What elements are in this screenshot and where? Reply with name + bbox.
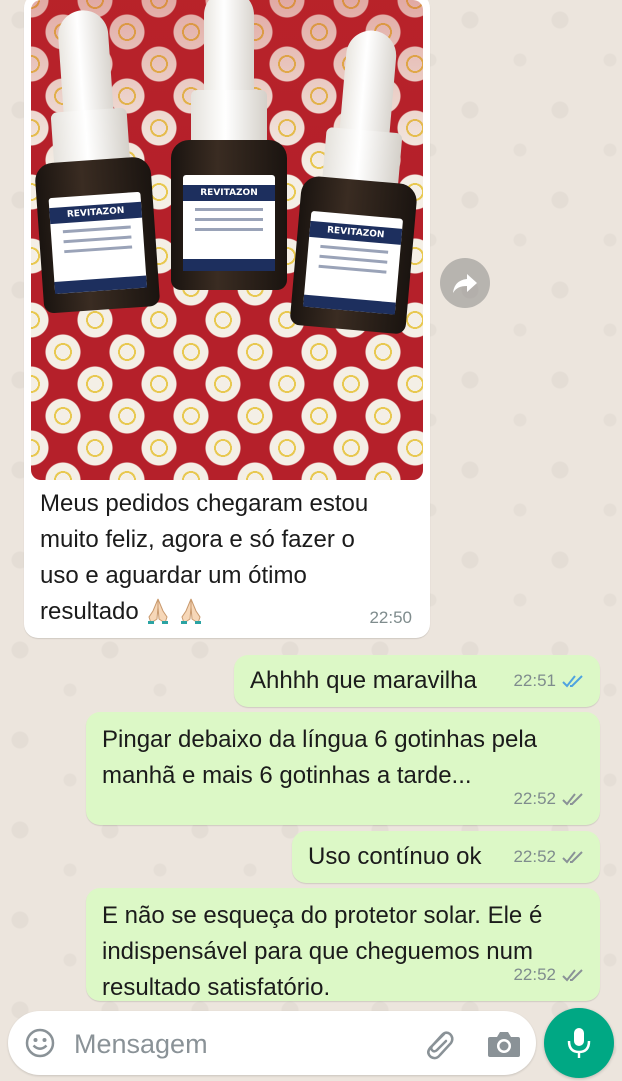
outgoing-message-bubble[interactable]: Pingar debaixo da língua 6 gotinhas pela… [86, 712, 600, 825]
read-receipt-icon [562, 675, 583, 688]
message-composer [8, 1011, 536, 1075]
outgoing-message-bubble[interactable]: E não se esqueça do protetor solar. Ele … [86, 888, 600, 1001]
microphone-icon [567, 1028, 591, 1058]
emoji-icon[interactable] [24, 1027, 56, 1059]
message-time: 22:51 [513, 671, 556, 690]
outgoing-message-bubble[interactable]: Ahhhh que maravilha 22:51 [234, 655, 600, 707]
product-photo[interactable]: REVITAZON REVITAZON REVITAZON [31, 0, 423, 480]
delivered-receipt-icon [562, 793, 583, 806]
message-time: 22:52 [513, 847, 556, 866]
folded-hands-emoji [145, 597, 171, 625]
outgoing-message-bubble[interactable]: Uso contínuo ok 22:52 [292, 831, 600, 883]
message-time: 22:52 [513, 965, 556, 984]
delivered-receipt-icon [562, 969, 583, 982]
folded-hands-emoji [178, 597, 204, 625]
message-text: Pingar debaixo da língua 6 gotinhas pela… [102, 726, 537, 789]
voice-record-button[interactable] [544, 1008, 614, 1078]
forward-icon [453, 274, 477, 293]
camera-icon[interactable] [486, 1028, 522, 1060]
message-text: Uso contínuo ok [308, 843, 482, 870]
paperclip-icon[interactable] [420, 1026, 456, 1062]
incoming-message-text: Meus pedidos chegaram estou muito feliz,… [40, 490, 369, 625]
forward-button[interactable] [440, 258, 490, 308]
bottle-1: REVITAZON [31, 6, 164, 344]
message-text: Ahhhh que maravilha [250, 667, 477, 694]
message-time: 22:52 [513, 789, 556, 808]
message-text: E não se esqueça do protetor solar. Ele … [102, 902, 543, 1001]
bottle-2: REVITAZON [169, 0, 289, 320]
delivered-receipt-icon [562, 851, 583, 864]
incoming-message-bubble[interactable]: REVITAZON REVITAZON REVITAZON Meus pedid… [24, 0, 430, 638]
message-time: 22:50 [369, 608, 412, 627]
message-input[interactable] [72, 1023, 406, 1065]
